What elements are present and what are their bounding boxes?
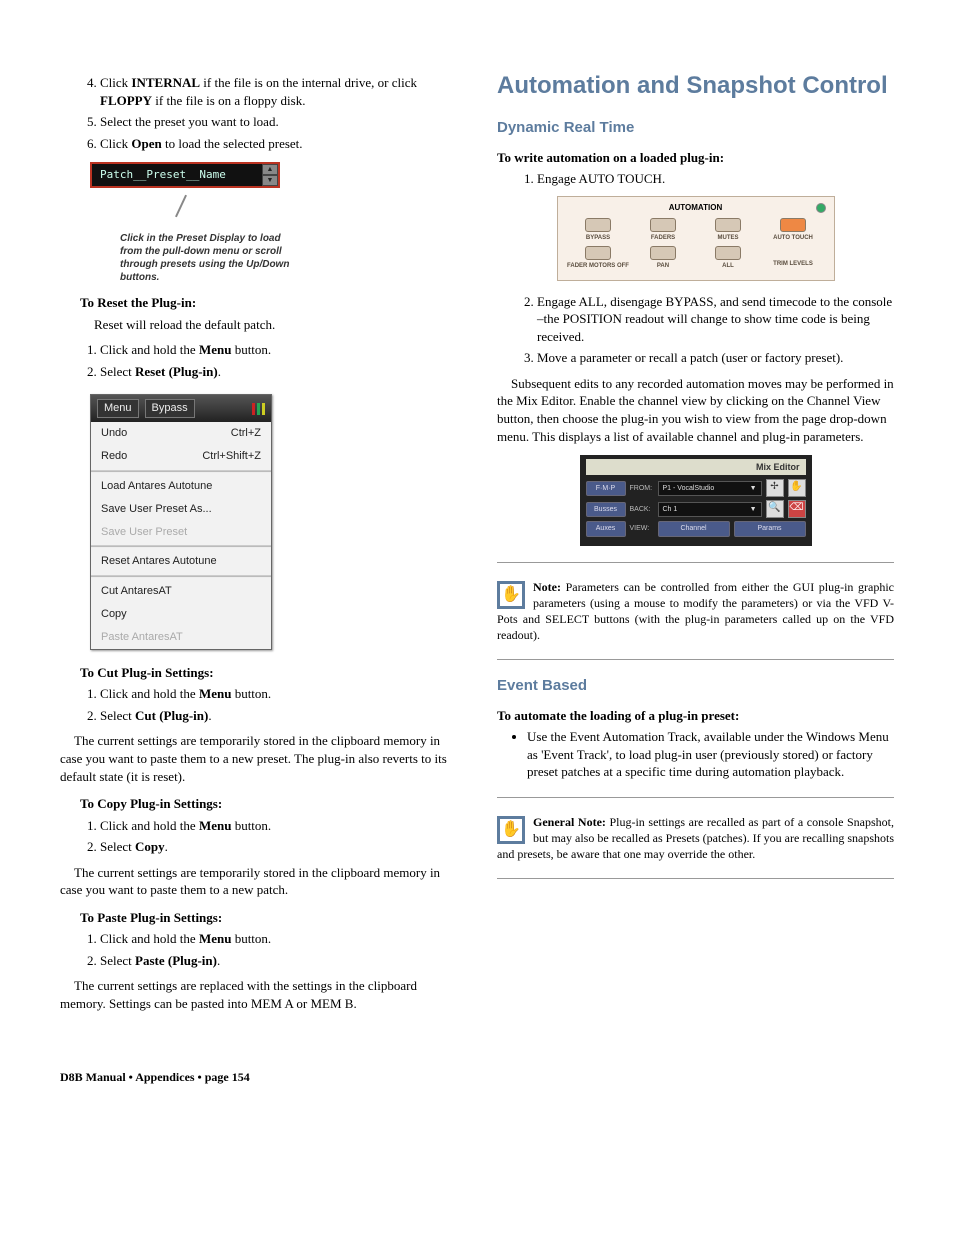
subsection-dynamic: Dynamic Real Time bbox=[497, 118, 894, 138]
write-step-1: Engage AUTO TOUCH. bbox=[537, 170, 894, 188]
section-heading: Automation and Snapshot Control bbox=[497, 70, 894, 102]
note-box-1: ✋ Note: Parameters can be controlled fro… bbox=[497, 579, 894, 644]
copy-body: The current settings are temporarily sto… bbox=[60, 864, 457, 899]
copy-step-2: Select Copy. bbox=[100, 838, 457, 856]
preset-up-button[interactable]: ▲ bbox=[262, 164, 278, 175]
faders-toggle[interactable] bbox=[650, 218, 676, 232]
pan-toggle[interactable] bbox=[650, 246, 676, 260]
write-step-2: Engage ALL, disengage BYPASS, and send t… bbox=[537, 293, 894, 346]
mutes-toggle[interactable] bbox=[715, 218, 741, 232]
hand-note-icon: ✋ bbox=[497, 581, 525, 609]
bypass-toggle[interactable] bbox=[585, 218, 611, 232]
write-step-3: Move a parameter or recall a patch (user… bbox=[537, 349, 894, 367]
mix-editor-title: Mix Editor bbox=[586, 459, 806, 475]
mix-editor-panel: Mix Editor F·M·P FROM: P1 - VocalStudio▼… bbox=[580, 455, 812, 546]
params-tab[interactable]: Params bbox=[734, 521, 806, 536]
busses-button[interactable]: Busses bbox=[586, 502, 626, 517]
mix-editor-paragraph: Subsequent edits to any recorded automat… bbox=[497, 375, 894, 445]
menu-dropdown: Menu Bypass UndoCtrl+Z RedoCtrl+Shift+Z … bbox=[90, 394, 272, 649]
page-footer: D8B Manual • Appendices • page 154 bbox=[60, 1069, 894, 1085]
reset-steps: Click and hold the Menu button. Select R… bbox=[60, 341, 457, 380]
divider bbox=[497, 878, 894, 879]
divider bbox=[497, 659, 894, 660]
autotouch-toggle[interactable] bbox=[780, 218, 806, 232]
back-dropdown[interactable]: Ch 1▼ bbox=[658, 502, 762, 517]
cut-step-1: Click and hold the Menu button. bbox=[100, 685, 457, 703]
reset-heading: To Reset the Plug-in: bbox=[80, 294, 457, 312]
bypass-button[interactable]: Bypass bbox=[145, 399, 195, 418]
step-6: Click Open to load the selected preset. bbox=[100, 135, 457, 153]
automation-panel: AUTOMATION BYPASS FADERS MUTES AUTO TOUC… bbox=[557, 196, 835, 281]
erase-tool-icon[interactable]: ⌫ bbox=[788, 500, 806, 518]
preset-name-field[interactable]: Patch__Preset__Name bbox=[92, 168, 262, 183]
menu-item-cut[interactable]: Cut AntaresAT bbox=[91, 580, 271, 603]
preset-caption: Click in the Preset Display to load from… bbox=[120, 232, 290, 284]
step-5: Select the preset you want to load. bbox=[100, 113, 457, 131]
right-column: Automation and Snapshot Control Dynamic … bbox=[497, 70, 894, 1019]
paste-heading: To Paste Plug-in Settings: bbox=[80, 909, 457, 927]
note-box-2: ✋ General Note: Plug-in settings are rec… bbox=[497, 814, 894, 863]
reset-body: Reset will reload the default patch. bbox=[94, 316, 457, 334]
menu-button[interactable]: Menu bbox=[97, 399, 139, 418]
reset-step-1: Click and hold the Menu button. bbox=[100, 341, 457, 359]
preset-down-button[interactable]: ▼ bbox=[262, 175, 278, 186]
divider bbox=[497, 797, 894, 798]
menu-header: Menu Bypass bbox=[91, 395, 271, 422]
paste-steps: Click and hold the Menu button. Select P… bbox=[60, 930, 457, 969]
paste-step-2: Select Paste (Plug-in). bbox=[100, 952, 457, 970]
load-steps-continued: Click INTERNAL if the file is on the int… bbox=[60, 74, 457, 152]
channel-tab[interactable]: Channel bbox=[658, 521, 730, 536]
reset-step-2: Select Reset (Plug-in). bbox=[100, 363, 457, 381]
menu-item-save-as[interactable]: Save User Preset As... bbox=[91, 498, 271, 521]
cut-body: The current settings are temporarily sto… bbox=[60, 732, 457, 785]
cut-step-2: Select Cut (Plug-in). bbox=[100, 707, 457, 725]
automation-panel-title: AUTOMATION bbox=[566, 203, 826, 214]
hand-tool-icon[interactable]: ✋ bbox=[788, 479, 806, 497]
preset-display[interactable]: Patch__Preset__Name ▲ ▼ bbox=[90, 162, 280, 188]
paste-step-1: Click and hold the Menu button. bbox=[100, 930, 457, 948]
event-bullet-1: Use the Event Automation Track, availabl… bbox=[527, 728, 894, 781]
menu-item-copy[interactable]: Copy bbox=[91, 603, 271, 626]
copy-steps: Click and hold the Menu button. Select C… bbox=[60, 817, 457, 856]
event-heading: To automate the loading of a plug-in pre… bbox=[497, 707, 894, 725]
menu-item-load[interactable]: Load Antares Autotune bbox=[91, 475, 271, 498]
cut-steps: Click and hold the Menu button. Select C… bbox=[60, 685, 457, 724]
fadermotors-toggle[interactable] bbox=[585, 246, 611, 260]
copy-step-1: Click and hold the Menu button. bbox=[100, 817, 457, 835]
target-tool-icon[interactable]: ✢ bbox=[766, 479, 784, 497]
write-auto-steps: Engage AUTO TOUCH. bbox=[497, 170, 894, 188]
menu-item-undo[interactable]: UndoCtrl+Z bbox=[91, 422, 271, 445]
hand-note-icon: ✋ bbox=[497, 816, 525, 844]
write-auto-heading: To write automation on a loaded plug-in: bbox=[497, 149, 894, 167]
step-4: Click INTERNAL if the file is on the int… bbox=[100, 74, 457, 109]
menu-item-paste: Paste AntaresAT bbox=[91, 626, 271, 649]
from-dropdown[interactable]: P1 - VocalStudio▼ bbox=[658, 481, 762, 496]
cut-heading: To Cut Plug-in Settings: bbox=[80, 664, 457, 682]
paste-body: The current settings are replaced with t… bbox=[60, 977, 457, 1012]
fmp-button[interactable]: F·M·P bbox=[586, 481, 626, 496]
menu-item-save: Save User Preset bbox=[91, 521, 271, 544]
auxes-button[interactable]: Auxes bbox=[586, 521, 626, 536]
divider bbox=[497, 562, 894, 563]
left-column: Click INTERNAL if the file is on the int… bbox=[60, 70, 457, 1019]
menu-item-redo[interactable]: RedoCtrl+Shift+Z bbox=[91, 445, 271, 468]
copy-heading: To Copy Plug-in Settings: bbox=[80, 795, 457, 813]
automation-led-icon bbox=[816, 203, 826, 213]
caption-pointer bbox=[175, 195, 187, 218]
write-auto-steps-cont: Engage ALL, disengage BYPASS, and send t… bbox=[497, 293, 894, 367]
event-bullets: Use the Event Automation Track, availabl… bbox=[497, 728, 894, 781]
subsection-event: Event Based bbox=[497, 676, 894, 696]
all-toggle[interactable] bbox=[715, 246, 741, 260]
preset-display-widget: Patch__Preset__Name ▲ ▼ bbox=[90, 162, 280, 188]
menu-item-reset[interactable]: Reset Antares Autotune bbox=[91, 550, 271, 573]
zoom-tool-icon[interactable]: 🔍 bbox=[766, 500, 784, 518]
